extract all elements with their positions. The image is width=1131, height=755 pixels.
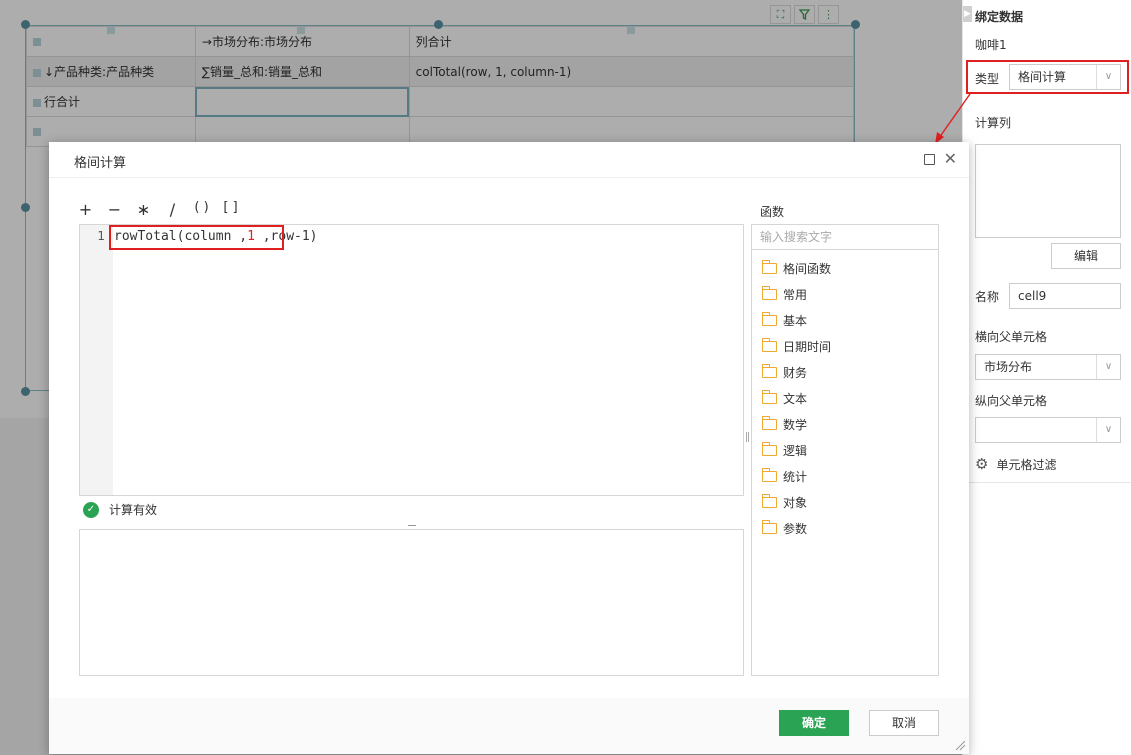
dialog-title: 格间计算 <box>74 156 127 171</box>
divider <box>963 482 1131 483</box>
functions-label: 函数 <box>760 205 785 219</box>
folder-icon <box>762 389 777 404</box>
function-search-input[interactable]: 输入搜索文字 <box>752 225 938 250</box>
cell-filter-link[interactable]: ⚙ 单元格过滤 <box>975 455 1056 473</box>
maximize-icon[interactable] <box>924 154 935 165</box>
folder-icon <box>762 363 777 378</box>
dataset-name: 咖啡1 <box>975 38 1007 52</box>
plus-button[interactable]: + <box>77 200 94 219</box>
name-field[interactable]: cell9 <box>1009 283 1121 309</box>
h-parent-label: 横向父单元格 <box>975 330 1048 344</box>
function-list: 格间函数 常用 基本 日期时间 财务 文本 数学 逻辑 统计 对象 参数 <box>762 255 831 541</box>
splitter-handle[interactable] <box>408 525 416 526</box>
folder-icon <box>762 467 777 482</box>
ok-button[interactable]: 确定 <box>779 710 849 736</box>
formula-editor[interactable]: 1 rowTotal(column ,1 ,row-1) <box>79 224 744 496</box>
gear-icon: ⚙ <box>975 455 989 473</box>
properties-panel: ▶ 绑定数据 咖啡1 类型 格间计算 ∨ 计算列 编辑 名称 cell9 横向父… <box>962 0 1131 755</box>
edit-button[interactable]: 编辑 <box>1051 243 1121 269</box>
collapse-icon[interactable]: ▶ <box>963 6 972 22</box>
folder-icon <box>762 311 777 326</box>
divide-button[interactable]: / <box>164 200 181 219</box>
function-category[interactable]: 基本 <box>762 307 831 333</box>
function-category[interactable]: 对象 <box>762 489 831 515</box>
function-category[interactable]: 统计 <box>762 463 831 489</box>
line-gutter: 1 <box>80 225 113 495</box>
check-icon: ✓ <box>83 501 99 518</box>
function-category[interactable]: 日期时间 <box>762 333 831 359</box>
panel-title: 绑定数据 <box>975 10 1024 24</box>
close-icon[interactable]: ✕ <box>944 149 957 168</box>
function-category[interactable]: 格间函数 <box>762 255 831 281</box>
folder-icon <box>762 259 777 274</box>
operator-toolbar: + − ∗ / ( ) [ ] <box>77 200 239 219</box>
line-number: 1 <box>97 229 105 243</box>
h-parent-select[interactable]: 市场分布 ∨ <box>975 354 1121 380</box>
panel-drag-handle[interactable] <box>746 432 749 442</box>
folder-icon <box>762 415 777 430</box>
validation-status: ✓ 计算有效 <box>83 501 157 518</box>
folder-icon <box>762 441 777 456</box>
calc-dialog: 格间计算 ✕ + − ∗ / ( ) [ ] 1 rowTotal(column… <box>49 142 969 754</box>
function-category[interactable]: 常用 <box>762 281 831 307</box>
dialog-header: 格间计算 ✕ <box>49 142 969 178</box>
calc-col-label: 计算列 <box>975 116 1012 130</box>
brackets-button[interactable]: [ ] <box>222 200 239 219</box>
output-area[interactable] <box>79 529 744 676</box>
v-parent-select[interactable]: ∨ <box>975 417 1121 443</box>
multiply-button[interactable]: ∗ <box>135 200 152 219</box>
calc-col-area[interactable] <box>975 144 1121 238</box>
folder-icon <box>762 285 777 300</box>
functions-panel: 输入搜索文字 格间函数 常用 基本 日期时间 财务 文本 数学 逻辑 统计 对象… <box>751 224 939 676</box>
chevron-down-icon: ∨ <box>1096 355 1120 379</box>
folder-icon <box>762 337 777 352</box>
function-category[interactable]: 财务 <box>762 359 831 385</box>
function-category[interactable]: 逻辑 <box>762 437 831 463</box>
minus-button[interactable]: − <box>106 200 123 219</box>
resize-grip-icon[interactable] <box>954 739 966 751</box>
function-category[interactable]: 参数 <box>762 515 831 541</box>
function-category[interactable]: 数学 <box>762 411 831 437</box>
formula-highlight-box <box>109 225 284 250</box>
folder-icon <box>762 519 777 534</box>
function-category[interactable]: 文本 <box>762 385 831 411</box>
cancel-button[interactable]: 取消 <box>869 710 939 736</box>
annotation-arrow <box>935 93 971 144</box>
folder-icon <box>762 493 777 508</box>
chevron-down-icon: ∨ <box>1096 418 1120 442</box>
name-label: 名称 <box>975 290 1000 304</box>
highlight-box <box>966 60 1129 94</box>
v-parent-label: 纵向父单元格 <box>975 394 1048 408</box>
parentheses-button[interactable]: ( ) <box>193 200 210 219</box>
